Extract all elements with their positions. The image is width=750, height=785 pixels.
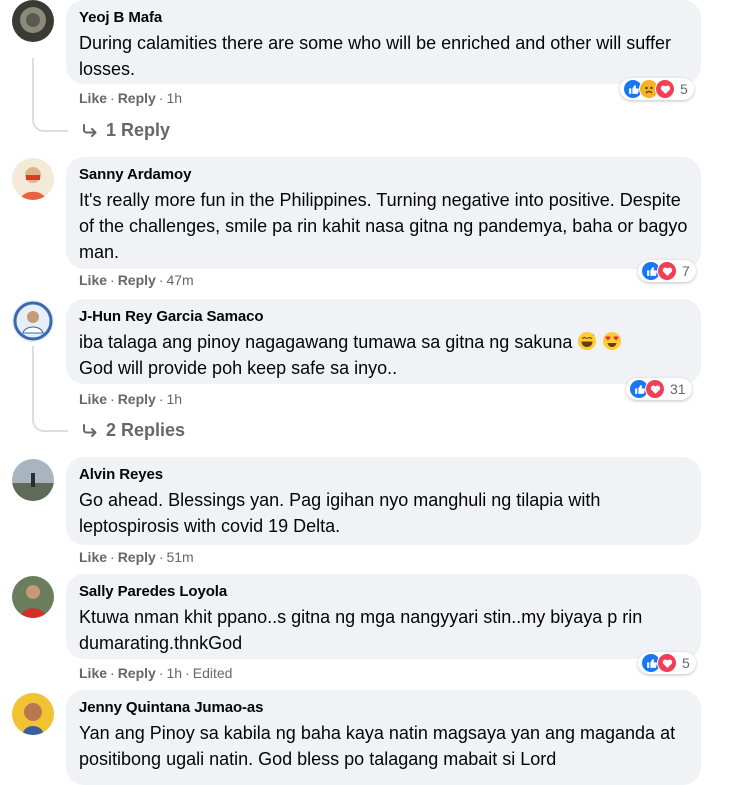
comment-bubble: Sanny Ardamoy It's really more fun in th… — [66, 157, 701, 269]
avatar[interactable] — [12, 300, 54, 342]
comment-actions: Like · Reply · 1h · Edited — [79, 665, 233, 681]
comment-actions: Like · Reply · 1h — [79, 90, 183, 106]
reaction-count: 31 — [670, 381, 686, 397]
avatar[interactable] — [12, 693, 54, 735]
reaction-summary[interactable]: 5 — [620, 78, 694, 100]
reply-button[interactable]: Reply — [118, 549, 156, 565]
timestamp[interactable]: 1h — [166, 90, 182, 106]
reaction-count: 7 — [682, 263, 690, 279]
reaction-summary[interactable]: 7 — [638, 260, 696, 282]
timestamp[interactable]: 47m — [166, 272, 193, 288]
avatar[interactable] — [12, 459, 54, 501]
love-reaction-icon — [657, 653, 677, 673]
reaction-summary[interactable]: 31 — [626, 378, 692, 400]
avatar[interactable] — [12, 576, 54, 618]
love-reaction-icon — [645, 379, 665, 399]
timestamp[interactable]: 51m — [166, 549, 193, 565]
timestamp[interactable]: 1h — [166, 391, 182, 407]
comment-actions: Like · Reply · 47m — [79, 272, 194, 288]
love-reaction-icon — [655, 79, 675, 99]
replies-count: 1 Reply — [106, 120, 171, 140]
commenter-name[interactable]: J-Hun Rey Garcia Samaco — [79, 307, 688, 327]
edited-label[interactable]: Edited — [193, 665, 233, 681]
reaction-count: 5 — [682, 655, 690, 671]
thread-line — [32, 58, 68, 132]
view-replies-button[interactable]: 2 Replies — [82, 420, 185, 441]
comment-bubble: Sally Paredes Loyola Ktuwa nman khit ppa… — [66, 574, 701, 659]
reply-button[interactable]: Reply — [118, 90, 156, 106]
like-button[interactable]: Like — [79, 90, 107, 106]
view-replies-button[interactable]: 1 Reply — [82, 120, 170, 141]
grinning-sweat-emoji — [578, 332, 597, 350]
commenter-name[interactable]: Alvin Reyes — [79, 465, 688, 485]
comment-text: Yan ang Pinoy sa kabila ng baha kaya nat… — [79, 723, 676, 769]
timestamp[interactable]: 1h — [166, 665, 182, 681]
commenter-name[interactable]: Sanny Ardamoy — [79, 165, 688, 185]
love-reaction-icon — [657, 261, 677, 281]
comment-bubble: Jenny Quintana Jumao-as Yan ang Pinoy sa… — [66, 690, 701, 785]
avatar[interactable] — [12, 0, 54, 42]
like-button[interactable]: Like — [79, 549, 107, 565]
like-button[interactable]: Like — [79, 391, 107, 407]
commenter-name[interactable]: Sally Paredes Loyola — [79, 582, 688, 602]
comment-text: Ktuwa nman khit ppano..s gitna ng mga na… — [79, 607, 643, 653]
commenter-name[interactable]: Yeoj B Mafa — [79, 8, 688, 28]
like-button[interactable]: Like — [79, 272, 107, 288]
comment-bubble: J-Hun Rey Garcia Samaco iba talaga ang p… — [66, 299, 701, 384]
commenter-name[interactable]: Jenny Quintana Jumao-as — [79, 698, 688, 718]
thread-line — [32, 346, 68, 432]
reply-button[interactable]: Reply — [118, 665, 156, 681]
reply-arrow-icon — [83, 123, 97, 137]
reply-button[interactable]: Reply — [118, 391, 156, 407]
comment-actions: Like · Reply · 1h — [79, 391, 183, 407]
comment-bubble: Alvin Reyes Go ahead. Blessings yan. Pag… — [66, 457, 701, 545]
comment-text: During calamities there are some who wil… — [79, 33, 671, 79]
heart-eyes-emoji — [603, 332, 622, 350]
comment-text: iba talaga ang pinoy nagagawang tumawa s… — [79, 329, 688, 381]
reaction-summary[interactable]: 5 — [638, 652, 696, 674]
reply-button[interactable]: Reply — [118, 272, 156, 288]
comment-bubble: Yeoj B Mafa During calamities there are … — [66, 0, 701, 84]
reaction-count: 5 — [680, 81, 688, 97]
comment-text: It's really more fun in the Philippines.… — [79, 190, 688, 262]
comment-text: Go ahead. Blessings yan. Pag igihan nyo … — [79, 490, 601, 536]
avatar[interactable] — [12, 158, 54, 200]
like-button[interactable]: Like — [79, 665, 107, 681]
replies-count: 2 Replies — [106, 420, 186, 440]
comment-actions: Like · Reply · 51m — [79, 549, 194, 565]
reply-arrow-icon — [83, 423, 97, 437]
